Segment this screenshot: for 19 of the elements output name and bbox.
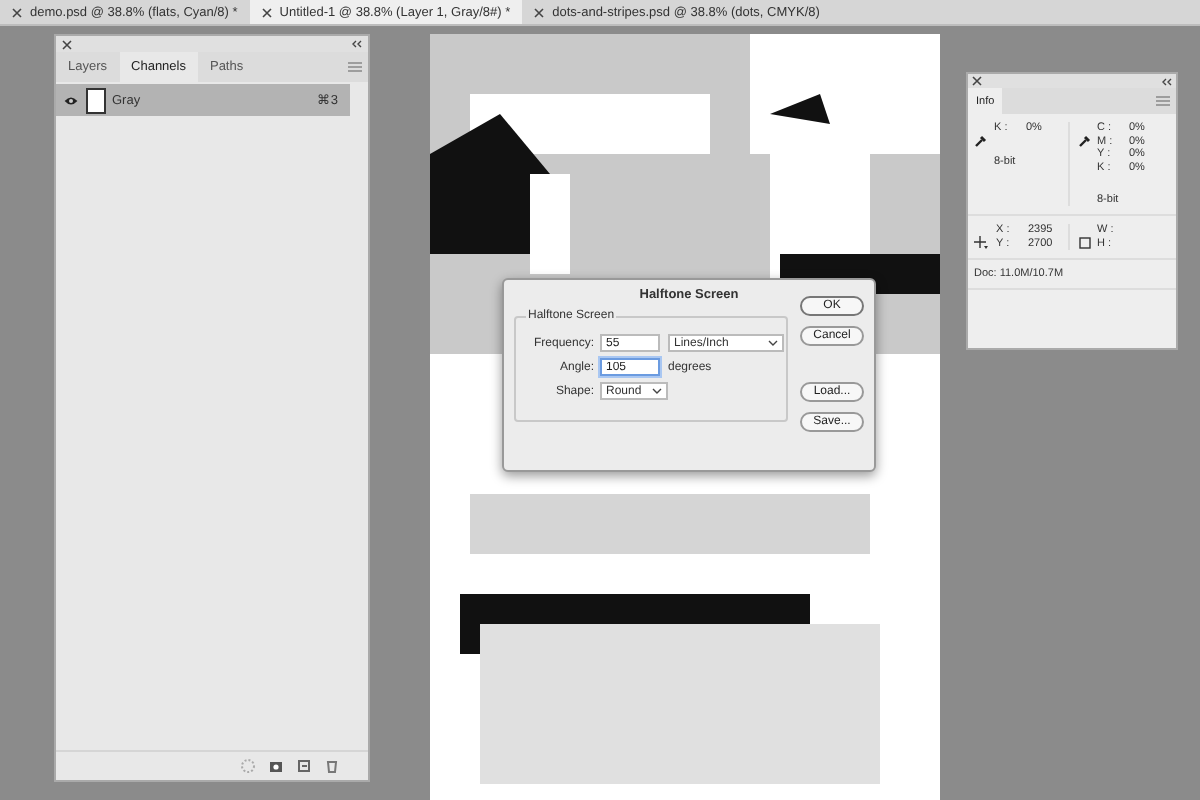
- collapse-icon[interactable]: [350, 40, 362, 48]
- close-icon[interactable]: [62, 39, 72, 49]
- eyedropper-icon: [974, 134, 988, 148]
- caret-icon: [768, 340, 778, 346]
- trash-icon[interactable]: [324, 758, 340, 774]
- close-icon[interactable]: [972, 76, 982, 86]
- selection-size-icon: [1077, 236, 1091, 250]
- caret-icon: [652, 388, 662, 394]
- close-icon[interactable]: [261, 7, 272, 17]
- dotted-circle-icon[interactable]: [240, 758, 256, 774]
- save-selection-icon[interactable]: [268, 758, 284, 774]
- eyedropper-icon: [1077, 134, 1091, 148]
- new-channel-icon[interactable]: [296, 758, 312, 774]
- crosshair-icon: [974, 236, 990, 250]
- close-icon[interactable]: [534, 7, 545, 17]
- collapse-icon[interactable]: [1160, 77, 1172, 85]
- channel-thumbnail: [86, 87, 106, 113]
- eye-icon[interactable]: [64, 95, 78, 105]
- close-icon[interactable]: [12, 7, 22, 17]
